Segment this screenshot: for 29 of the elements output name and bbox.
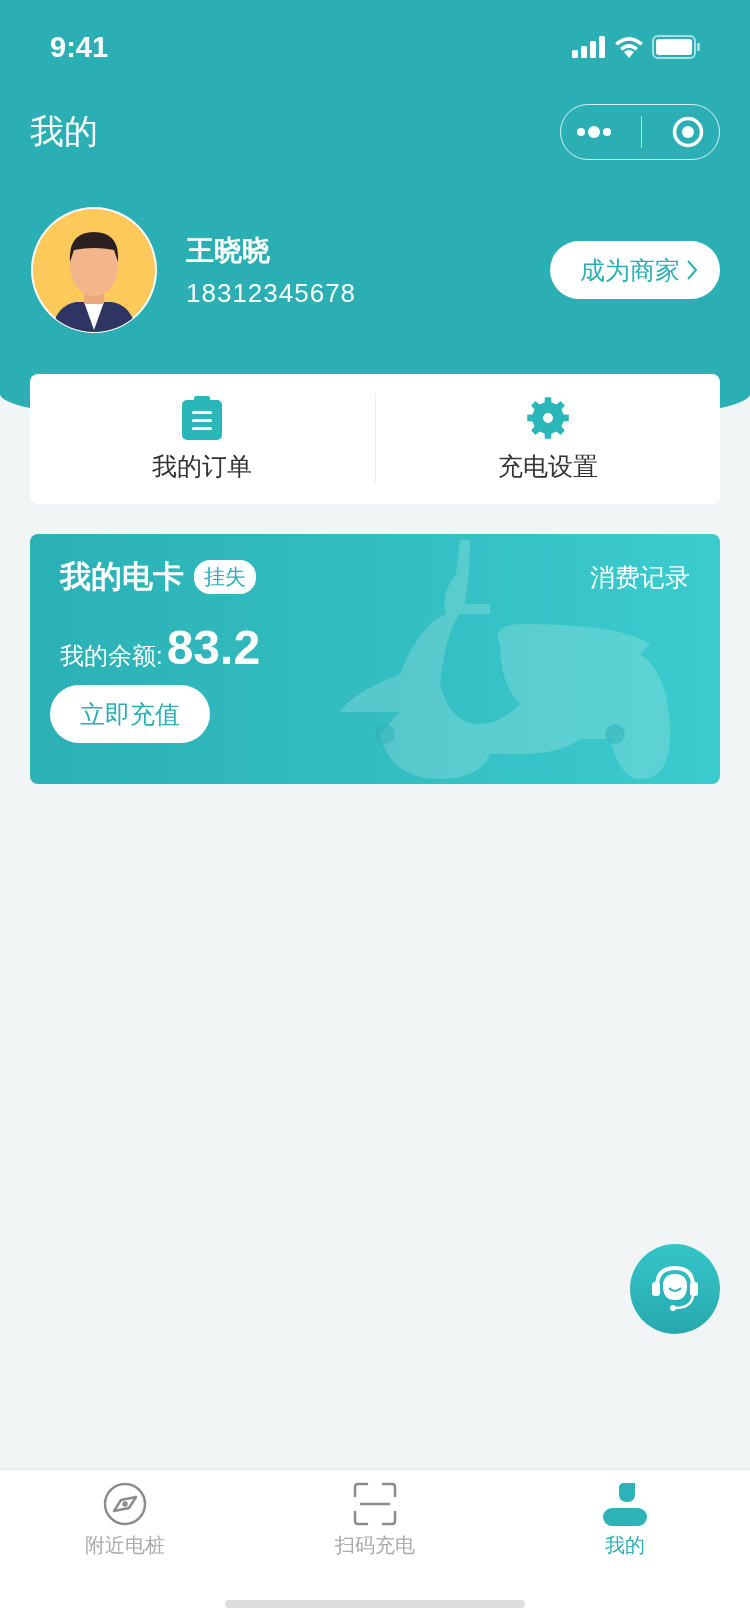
status-time: 9:41 xyxy=(50,30,109,64)
balance-value: 83.2 xyxy=(166,620,261,675)
more-icon[interactable] xyxy=(575,126,612,138)
headset-icon xyxy=(651,1264,699,1314)
battery-icon xyxy=(652,35,700,59)
card-title: 我的电卡 xyxy=(60,558,184,596)
report-loss-tag[interactable]: 挂失 xyxy=(194,560,256,594)
page-title: 我的 xyxy=(30,111,98,152)
scan-icon xyxy=(353,1482,397,1526)
chevron-icon xyxy=(686,259,698,281)
clipboard-icon xyxy=(181,395,224,440)
tab-item[interactable]: 扫码充电 xyxy=(250,1470,500,1560)
close-icon[interactable] xyxy=(672,116,705,148)
user-name: 王晓晓 xyxy=(186,233,271,268)
records-link[interactable]: 消费记录 xyxy=(590,560,690,594)
shortcut-button[interactable]: 充电设置 xyxy=(375,394,720,484)
merchant-button[interactable]: 成为商家 xyxy=(550,241,720,299)
signal-icon xyxy=(572,36,606,58)
shortcut-button[interactable]: 我的订单 xyxy=(30,394,375,484)
wifi-icon xyxy=(614,36,644,58)
settings-icon xyxy=(525,395,570,440)
avatar-icon xyxy=(30,206,158,334)
person-icon xyxy=(603,1482,647,1526)
tab-item[interactable]: 附近电桩 xyxy=(0,1470,250,1560)
tab-item[interactable]: 我的 xyxy=(500,1470,750,1560)
phone-number: 18312345678 xyxy=(186,277,358,309)
compass-icon xyxy=(103,1482,147,1526)
recharge-button[interactable]: 立即充值 xyxy=(50,685,210,743)
balance-label: 我的余额: xyxy=(60,641,163,671)
